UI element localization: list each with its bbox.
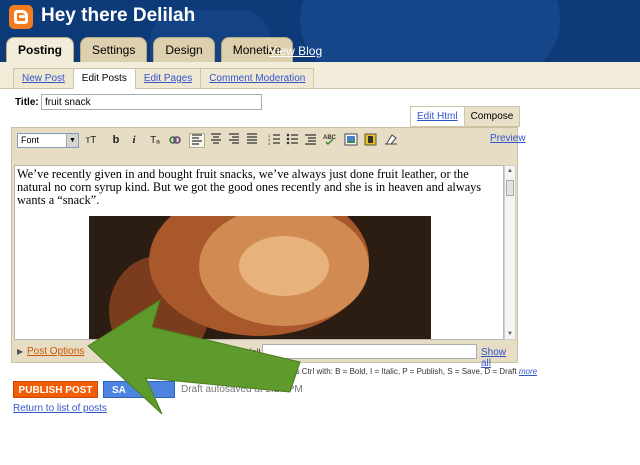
font-select-value: Font — [21, 135, 40, 145]
blockquote-icon[interactable] — [302, 133, 318, 148]
view-blog-link[interactable]: View Blog — [269, 44, 322, 58]
remove-formatting-icon[interactable] — [383, 133, 399, 148]
tab-settings[interactable]: Settings — [80, 37, 148, 62]
post-options-link[interactable]: Post Options — [27, 346, 84, 357]
shortcuts-more-link[interactable]: more — [519, 367, 537, 376]
keyboard-shortcuts-hint: rtcuts: press Ctrl with: B = Bold, I = I… — [256, 367, 537, 376]
scroll-thumb[interactable] — [506, 180, 514, 196]
tab-design[interactable]: Design — [153, 37, 215, 62]
sub-tabs: New Post Edit Posts Edit Pages Comment M… — [13, 68, 315, 89]
insert-image-icon[interactable] — [343, 133, 359, 148]
font-select[interactable]: Font ▼ — [17, 133, 79, 148]
italic-icon[interactable]: i — [126, 133, 142, 148]
align-center-icon[interactable] — [208, 133, 224, 148]
align-left-icon[interactable] — [189, 133, 205, 148]
post-editor: Font ▼ ᴛT b i Tₐ 123 ABC Preview We’ve r… — [11, 127, 526, 369]
scroll-up-icon[interactable]: ▲ — [505, 166, 515, 176]
subtab-comment-moderation[interactable]: Comment Moderation — [200, 68, 315, 89]
tab-posting[interactable]: Posting — [6, 37, 74, 62]
align-right-icon[interactable] — [226, 133, 242, 148]
justify-icon[interactable] — [244, 133, 260, 148]
editor-toolbar: Font ▼ ᴛT b i Tₐ 123 ABC Preview — [12, 128, 526, 152]
header-decoration — [300, 0, 560, 62]
font-size-icon[interactable]: ᴛT — [83, 133, 99, 148]
show-all-link[interactable]: Show all — [481, 347, 517, 369]
post-body-text: We’ve recently given in and bought fruit… — [17, 167, 482, 207]
numbered-list-icon[interactable]: 123 — [266, 133, 282, 148]
scroll-down-icon[interactable]: ▼ — [505, 329, 515, 339]
return-to-posts-link[interactable]: Return to list of posts — [13, 403, 107, 414]
subtab-edit-pages[interactable]: Edit Pages — [134, 68, 201, 89]
spellcheck-icon[interactable]: ABC — [322, 133, 338, 148]
link-icon[interactable] — [167, 133, 183, 148]
chevron-down-icon: ▼ — [66, 134, 78, 147]
post-title-input[interactable] — [41, 94, 262, 110]
preview-link[interactable]: Preview — [490, 133, 526, 144]
subtab-edit-posts[interactable]: Edit Posts — [72, 68, 135, 89]
insert-video-icon[interactable] — [362, 133, 378, 148]
bullet-list-icon[interactable] — [284, 133, 300, 148]
text-color-icon[interactable]: Tₐ — [147, 133, 163, 148]
tab-compose[interactable]: Compose — [464, 106, 521, 127]
labels-hint: fall — [249, 347, 261, 357]
blog-title: Hey there Delilah — [41, 5, 196, 26]
blogger-header: Hey there Delilah Posting Settings Desig… — [0, 0, 640, 62]
editor-scrollbar[interactable]: ▲ ▼ — [504, 165, 516, 340]
tab-edit-html[interactable]: Edit Html — [410, 106, 465, 127]
subtab-new-post[interactable]: New Post — [13, 68, 73, 89]
main-tabs: Posting Settings Design Monetize — [6, 37, 294, 62]
compose-area[interactable]: We’ve recently given in and bought fruit… — [14, 165, 504, 340]
save-now-button[interactable]: SA — [103, 381, 175, 398]
labels-input[interactable] — [262, 344, 477, 359]
post-photo[interactable] — [89, 216, 431, 339]
blogger-logo-icon[interactable] — [9, 5, 33, 29]
title-label: Title: — [15, 97, 39, 108]
shortcuts-text: rtcuts: press Ctrl with: B = Bold, I = I… — [256, 367, 517, 376]
post-options-row: ▶ Post Options fall Show all — [12, 343, 517, 369]
autosave-status: Draft autosaved at 2:26 PM — [181, 384, 303, 395]
bold-icon[interactable]: b — [108, 133, 124, 148]
editor-mode-tabs: Edit Html Compose — [410, 106, 521, 127]
svg-text:3: 3 — [268, 141, 271, 145]
publish-post-button[interactable]: PUBLISH POST — [13, 381, 98, 398]
expand-arrow-icon[interactable]: ▶ — [17, 347, 23, 356]
svg-text:ABC: ABC — [323, 135, 337, 141]
